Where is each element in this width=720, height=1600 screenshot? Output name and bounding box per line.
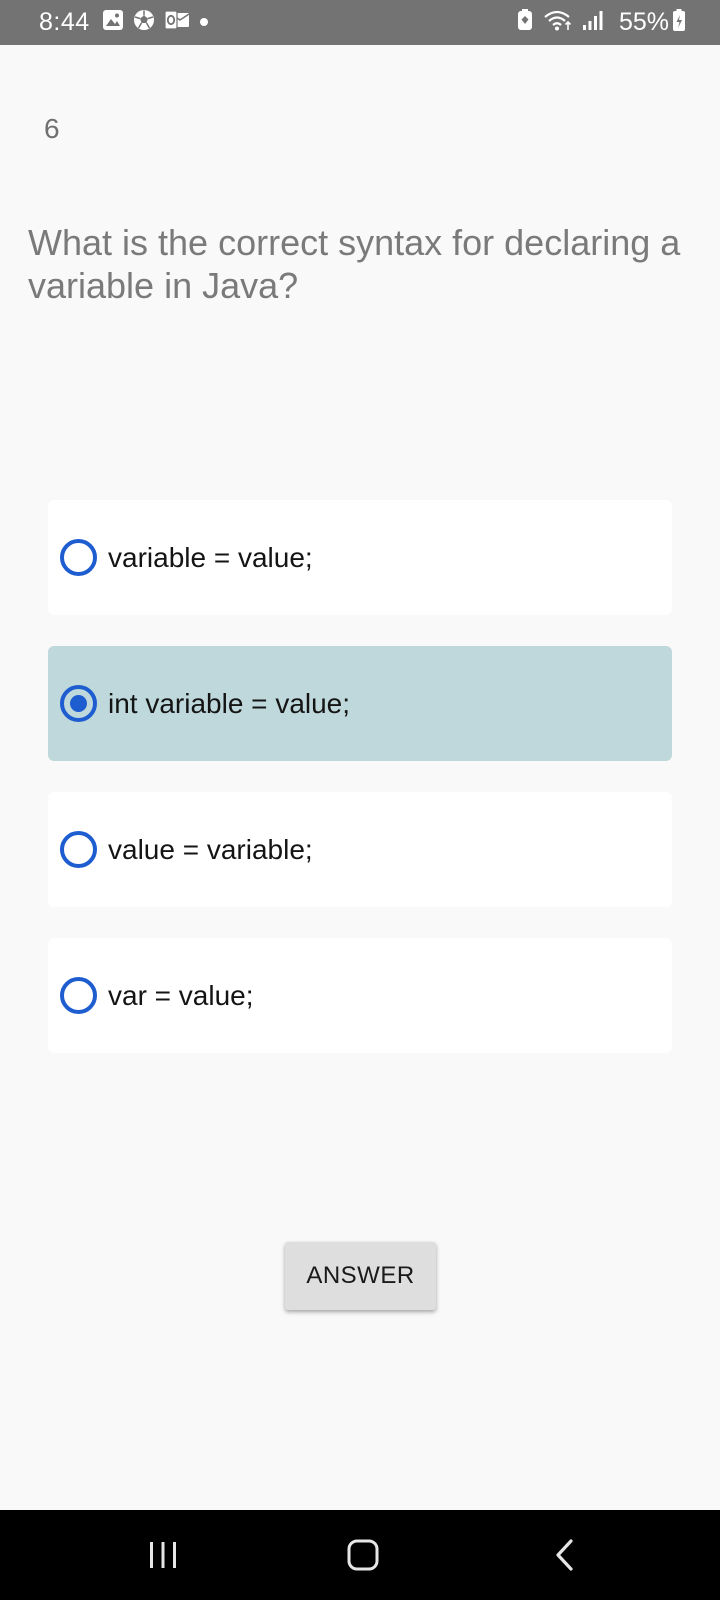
question-text: What is the correct syntax for declaring… bbox=[28, 222, 681, 306]
back-icon[interactable] bbox=[535, 1532, 595, 1578]
radio-button-icon[interactable] bbox=[60, 831, 97, 868]
signal-icon bbox=[582, 9, 604, 36]
answer-option-4[interactable]: var = value; bbox=[48, 938, 672, 1053]
option-label: int variable = value; bbox=[108, 687, 351, 719]
wifi-icon bbox=[543, 8, 573, 37]
status-right: 55% bbox=[516, 0, 686, 45]
option-label: value = variable; bbox=[108, 833, 313, 865]
question-number: 6 bbox=[44, 113, 60, 144]
option-label: variable = value; bbox=[108, 541, 313, 573]
answer-option-3[interactable]: value = variable; bbox=[48, 792, 672, 907]
battery-icon bbox=[672, 8, 686, 37]
screen: 8:44 55% 6 What is the correct syntax fo… bbox=[0, 0, 720, 1600]
status-bar: 8:44 55% bbox=[0, 0, 720, 45]
navigation-bar bbox=[0, 1510, 720, 1600]
option-label: var = value; bbox=[108, 979, 254, 1011]
answer-option-1[interactable]: variable = value; bbox=[48, 500, 672, 615]
answer-button[interactable]: ANSWER bbox=[285, 1242, 436, 1310]
radio-button-selected-icon[interactable] bbox=[60, 685, 97, 722]
status-left: 8:44 bbox=[39, 0, 218, 45]
radio-button-icon[interactable] bbox=[60, 977, 97, 1014]
battery-saver-icon bbox=[516, 8, 534, 37]
answer-option-2[interactable]: int variable = value; bbox=[48, 646, 672, 761]
battery-percentage: 55% bbox=[618, 8, 669, 36]
dot-icon bbox=[199, 14, 209, 32]
radio-dot bbox=[70, 695, 87, 712]
recents-icon[interactable] bbox=[133, 1532, 193, 1578]
soccer-icon bbox=[133, 9, 155, 36]
gallery-icon bbox=[102, 9, 124, 36]
home-icon[interactable] bbox=[333, 1532, 393, 1578]
status-time: 8:44 bbox=[39, 8, 90, 36]
radio-button-icon[interactable] bbox=[60, 539, 97, 576]
outlook-icon bbox=[164, 9, 190, 36]
